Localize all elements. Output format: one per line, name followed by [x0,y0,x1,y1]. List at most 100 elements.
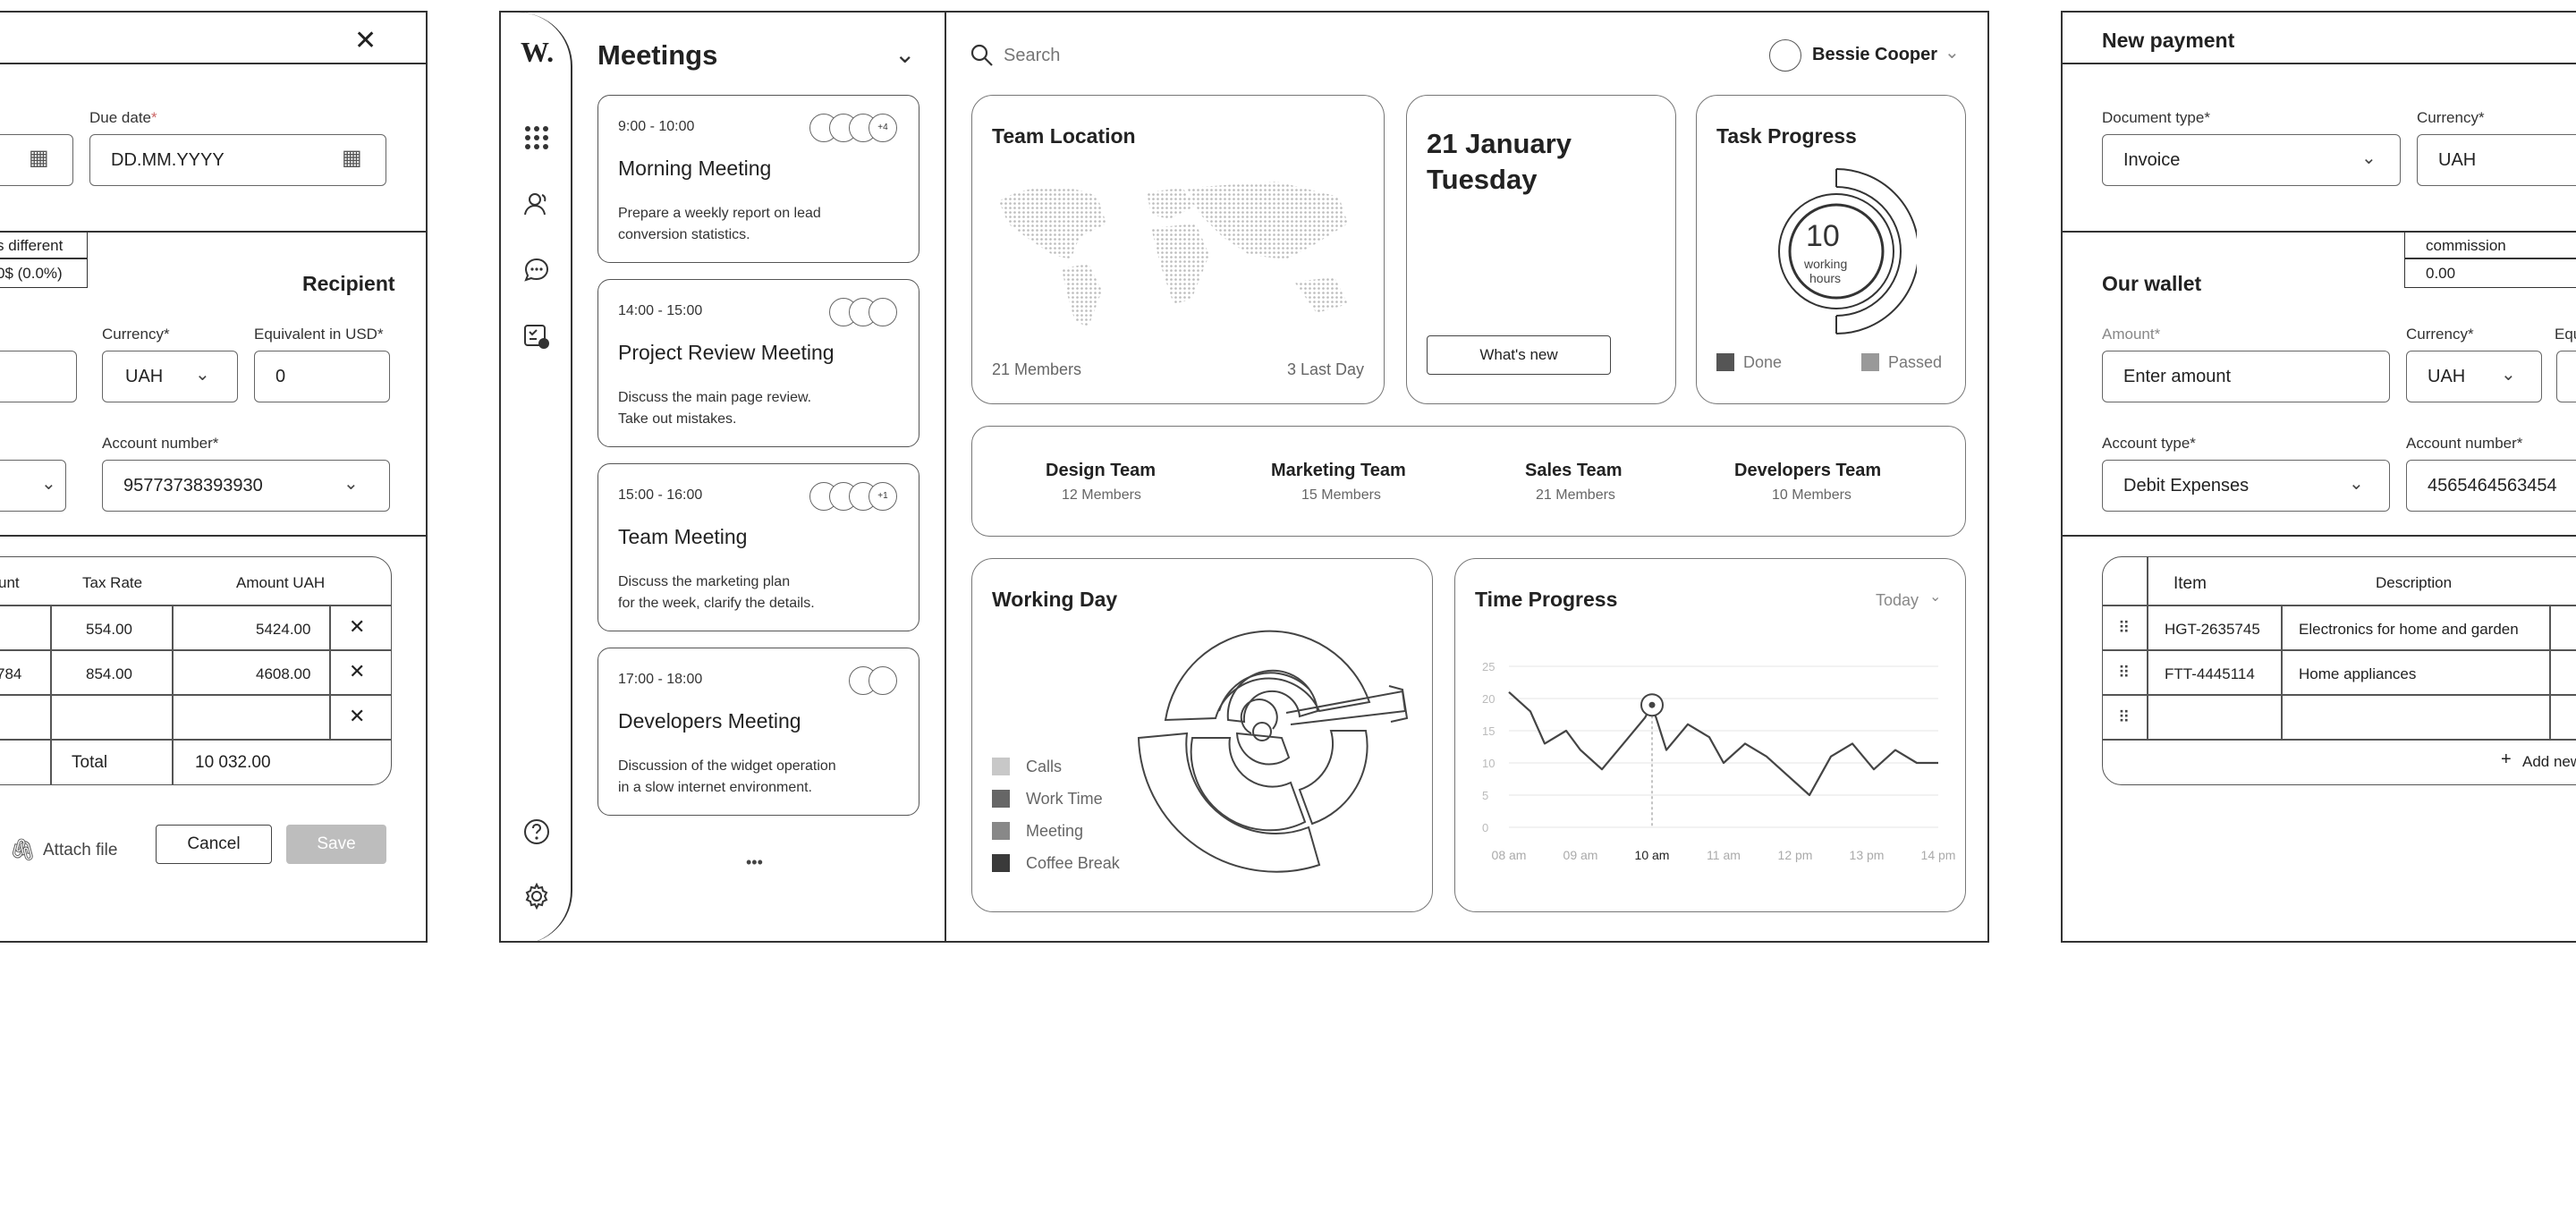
meeting-title: Project Review Meeting [618,341,835,364]
drag-handle-icon[interactable]: ⠿ [2118,664,2130,682]
chevron-down-icon: ⌄ [2361,148,2377,168]
x-tick-label: 08 am [1492,848,1527,862]
drag-handle-icon[interactable]: ⠿ [2118,619,2130,638]
account-number-value: 4565464563454 [2428,476,2557,495]
coffee-break-legend-swatch [992,854,1010,872]
tasks-icon[interactable] [522,322,551,351]
equivalent-field[interactable] [2556,351,2576,402]
currency-label: Currency* [2406,326,2474,343]
currency-label: Currency* [2417,109,2485,126]
dashboard-window: W. Meetings ⌄ 9:00 - 10:00 +4 Morning Me… [499,11,1989,943]
recipient-title: Recipient [302,272,395,295]
due-date-label: Due date* [89,109,157,126]
team-name[interactable]: Developers Team [1734,461,1881,481]
chevron-down-icon[interactable]: ⌄ [1945,41,1960,64]
more-meetings-button[interactable]: ••• [746,853,763,872]
meeting-time: 17:00 - 18:00 [618,672,703,687]
divider [2063,535,2576,537]
team-members: 15 Members [1301,487,1381,503]
table-cell: 554.00 [86,621,132,638]
table-header: Amount UAH [236,574,326,591]
delete-row-icon[interactable]: ✕ [349,615,365,639]
calendar-icon[interactable]: ▦ [342,145,362,171]
search-input[interactable] [1004,41,1272,70]
team-name[interactable]: Sales Team [1525,461,1623,481]
commission-value: 0.00 [2426,265,2456,282]
table-header: Tax Rate [82,574,143,591]
table-cell: 4608.00 [256,665,311,682]
amount-field[interactable] [0,351,77,402]
cancel-button[interactable]: Cancel [156,825,272,864]
divider [0,258,88,259]
task-progress-card: Task Progress 10 working hours Done Pass… [1696,95,1966,404]
commission-label: commission [2426,237,2506,254]
table-cell: 784 [0,665,22,682]
card-title: Working Day [992,588,1118,611]
add-new-link[interactable]: Add new [2522,753,2576,771]
time-progress-chart: 0 5 10 15 20 25 08 am 09 am 10 am 11 am 12 pm 13 pm… [1482,660,1955,862]
working-day-radial-chart [1137,630,1409,873]
time-filter-dropdown[interactable]: Today [1876,591,1919,610]
panel-title: New payment [2102,29,2235,52]
members-count: 21 Members [992,360,1082,378]
help-icon[interactable] [522,817,551,846]
users-icon[interactable] [522,190,551,218]
table-cell: Electronics for home and garden [2299,621,2519,638]
meeting-time: 15:00 - 16:00 [618,487,703,503]
date-weekday: Tuesday [1427,164,1538,195]
document-type-label: Document type* [2102,109,2210,126]
equivalent-field[interactable] [254,351,390,402]
team-members: 21 Members [1536,487,1615,503]
table-header: unt [0,574,20,591]
y-tick-label: 0 [1482,821,1488,834]
y-tick-label: 10 [1482,757,1495,770]
meeting-card[interactable]: 14:00 - 15:00 Project Review Meeting Dis… [597,279,919,447]
avatar[interactable] [1769,39,1801,72]
currency-value: UAH [125,367,164,386]
team-name[interactable]: Design Team [1046,461,1156,481]
x-tick-label: 11 am [1707,848,1741,862]
chevron-down-icon[interactable]: ⌄ [1929,588,1941,606]
chevron-down-icon: ⌄ [2501,365,2516,385]
x-tick-label: 09 am [1563,848,1598,862]
plus-icon[interactable]: + [2501,749,2512,770]
avatar-more-badge: +4 [869,114,897,142]
table-cell: HGT-2635745 [2165,621,2260,638]
drag-handle-icon[interactable]: ⠿ [2118,708,2130,727]
team-members: 10 Members [1772,487,1852,503]
chevron-down-icon[interactable]: ⌄ [894,39,915,69]
currency-select[interactable] [102,351,238,402]
meeting-title: Morning Meeting [618,157,772,180]
paperclip-icon[interactable]: 🖇 [9,837,36,863]
avatar [869,666,897,695]
table-cell: FTT-4445114 [2165,665,2255,682]
meeting-card[interactable]: 17:00 - 18:00 Developers Meeting Discuss… [597,648,919,816]
meeting-card[interactable]: 9:00 - 10:00 +4 Morning Meeting Prepare … [597,95,919,263]
account-number-label: Account number* [102,435,219,452]
avatar [869,298,897,326]
world-map [999,182,1348,326]
close-icon[interactable]: ✕ [354,25,377,56]
logo[interactable]: W. [521,36,554,69]
bank-select[interactable] [0,460,66,512]
save-button[interactable]: Save [286,825,386,864]
user-name[interactable]: Bessie Cooper [1812,45,1937,65]
attach-file-link[interactable]: Attach file [43,841,117,860]
currency-select[interactable] [2406,351,2542,402]
whats-new-button[interactable]: What's new [1427,335,1611,375]
calendar-icon[interactable]: ▦ [29,145,49,171]
team-name[interactable]: Marketing Team [1271,461,1406,481]
done-legend-swatch [1716,353,1734,371]
delete-row-icon[interactable]: ✕ [349,705,365,728]
delete-row-icon[interactable]: ✕ [349,660,365,683]
search-icon[interactable] [970,43,995,68]
equivalent-label: Equ [2555,326,2576,343]
card-title: Task Progress [1716,124,1857,148]
chat-icon[interactable] [522,256,551,284]
meeting-card[interactable]: 15:00 - 16:00 +1 Team Meeting Discuss th… [597,463,919,631]
divider [2063,63,2576,64]
settings-icon[interactable] [522,882,551,910]
currency-label: Currency* [102,326,170,343]
apps-grid-icon[interactable] [522,123,551,152]
passed-legend-label: Passed [1888,353,1943,371]
